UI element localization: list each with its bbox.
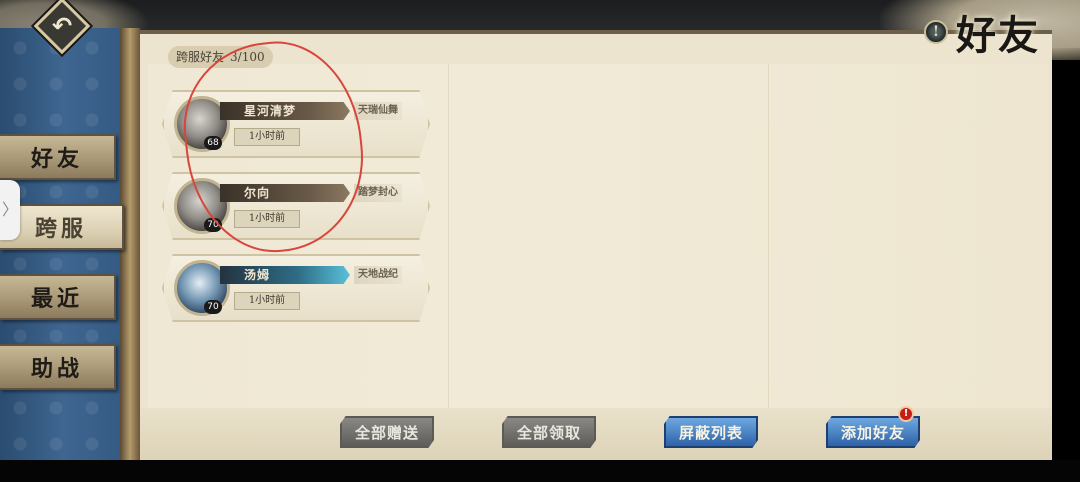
tab-assist[interactable]: 助战: [0, 344, 116, 390]
side-expand-handle[interactable]: 〉: [0, 180, 20, 240]
block-list-button[interactable]: 屏蔽列表: [664, 416, 758, 448]
tab-cross-server-label: 跨服: [34, 216, 87, 242]
send-all-button[interactable]: 全部赠送: [340, 416, 434, 448]
friend-name: 汤姆: [244, 268, 271, 282]
friend-server: 天瑞仙舞: [354, 102, 402, 120]
tab-assist-label: 助战: [30, 356, 83, 382]
friend-server: 踏梦封心: [354, 184, 402, 202]
notification-badge-icon: !: [898, 406, 914, 422]
right-edge: [1052, 60, 1080, 482]
tab-friends-label: 好友: [30, 146, 83, 172]
friend-card[interactable]: 70 汤姆 天地战纪 1小时前: [162, 254, 430, 322]
last-online: 1小时前: [234, 292, 300, 310]
tab-friends[interactable]: 好友: [0, 134, 116, 180]
tab-recent-label: 最近: [30, 286, 83, 312]
bottom-edge: [0, 460, 1080, 482]
column-divider: [448, 64, 449, 442]
claim-all-button[interactable]: 全部领取: [502, 416, 596, 448]
back-arrow-icon: ↶: [51, 11, 73, 40]
column-divider: [768, 64, 769, 442]
level-badge: 70: [204, 300, 222, 314]
tab-recent[interactable]: 最近: [0, 274, 116, 320]
exclamation-icon: !: [924, 20, 948, 44]
friend-server: 天地战纪: [354, 266, 402, 284]
chevron-right-icon: 〉: [1, 200, 18, 219]
page-title: 好友: [956, 12, 1040, 59]
header-title-group: ! 好友: [924, 4, 1040, 60]
